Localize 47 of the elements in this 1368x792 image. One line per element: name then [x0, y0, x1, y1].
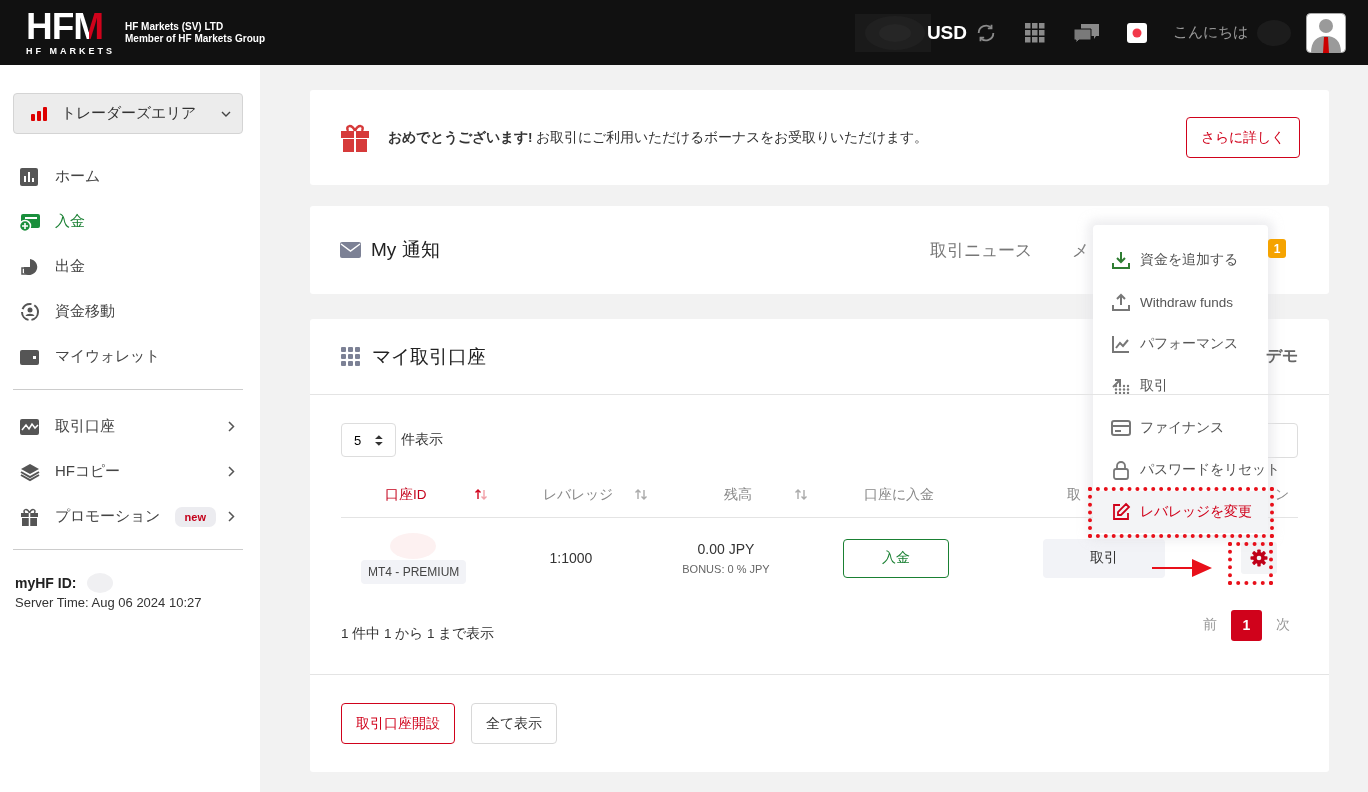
bonus-message: おめでとうございます! お取引にご利用いただけるボーナスをお受取りいただけます。 — [388, 128, 930, 147]
page-size-select[interactable]: 5 — [341, 423, 396, 458]
bonus-value: BONUS: 0 % JPY — [682, 563, 770, 576]
server-time: Server Time: Aug 06 2024 10:27 — [14, 595, 203, 610]
balance-value: 0.00 JPY — [697, 541, 755, 558]
column-header[interactable]: 口座ID — [341, 485, 501, 504]
id-label: myHF ID: — [15, 575, 77, 591]
nav-item[interactable]: HFコピー — [13, 449, 243, 494]
view-all-button[interactable]: 全て表示 — [471, 703, 557, 744]
nav-item[interactable]: プロモーション new — [13, 494, 243, 539]
trade-button[interactable]: 取引 — [1043, 538, 1165, 578]
nav-item[interactable]: 入金 — [13, 199, 243, 244]
area-selector[interactable]: トレーダーズエリア — [13, 93, 243, 134]
demo-tab[interactable]: デモ — [1266, 346, 1298, 368]
card-title: My 通知 — [371, 238, 440, 262]
nav-item[interactable]: ホーム — [13, 154, 243, 199]
card-title: マイ取引口座 — [372, 344, 486, 369]
menu-item[interactable]: レバレッジを変更 — [1093, 491, 1268, 533]
notification-tab[interactable]: メ — [1072, 238, 1089, 262]
page-button[interactable]: 1 — [1231, 609, 1262, 641]
new-badge: new — [174, 506, 216, 527]
count-badge: 1 — [1268, 239, 1286, 258]
greeting: こんにちは — [1173, 23, 1248, 42]
menu-item[interactable]: Withdraw funds — [1093, 281, 1268, 323]
menu-item[interactable]: ファイナンス — [1093, 407, 1268, 449]
open-account-button[interactable]: 取引口座開設 — [341, 703, 455, 744]
notification-tab[interactable]: 取引ニュース — [930, 238, 1032, 262]
column-header[interactable]: 残高 — [661, 485, 821, 504]
menu-item[interactable]: 資金を追加する — [1093, 239, 1268, 281]
table-summary: 1 件中 1 から 1 まで表示 — [341, 625, 495, 644]
logo-subtitle: HF MARKETS — [26, 45, 115, 56]
account-type-tag: MT4 - PREMIUM — [361, 560, 467, 585]
menu-item[interactable]: 取引 — [1093, 365, 1268, 407]
company-name: HF Markets (SV) LTD — [125, 20, 225, 33]
nav-item[interactable]: マイウォレット — [13, 334, 243, 379]
nav-item[interactable]: 出金 — [13, 244, 243, 289]
deposit-button[interactable]: 入金 — [843, 538, 949, 578]
company-group: Member of HF Markets Group — [125, 32, 266, 45]
page-size-label: 件表示 — [401, 431, 443, 450]
currency-label[interactable]: USD — [926, 21, 967, 44]
nav-item[interactable]: 取引口座 — [13, 404, 243, 449]
column-header: 取 — [1066, 485, 1082, 504]
nav-item[interactable]: 資金移動 — [13, 289, 243, 334]
learn-more-button[interactable]: さらに詳しく — [1186, 117, 1300, 158]
column-header[interactable]: レバレッジ — [501, 485, 661, 504]
table-cell: 1:1000 — [549, 550, 593, 567]
column-header: 口座に入金 — [863, 485, 935, 504]
